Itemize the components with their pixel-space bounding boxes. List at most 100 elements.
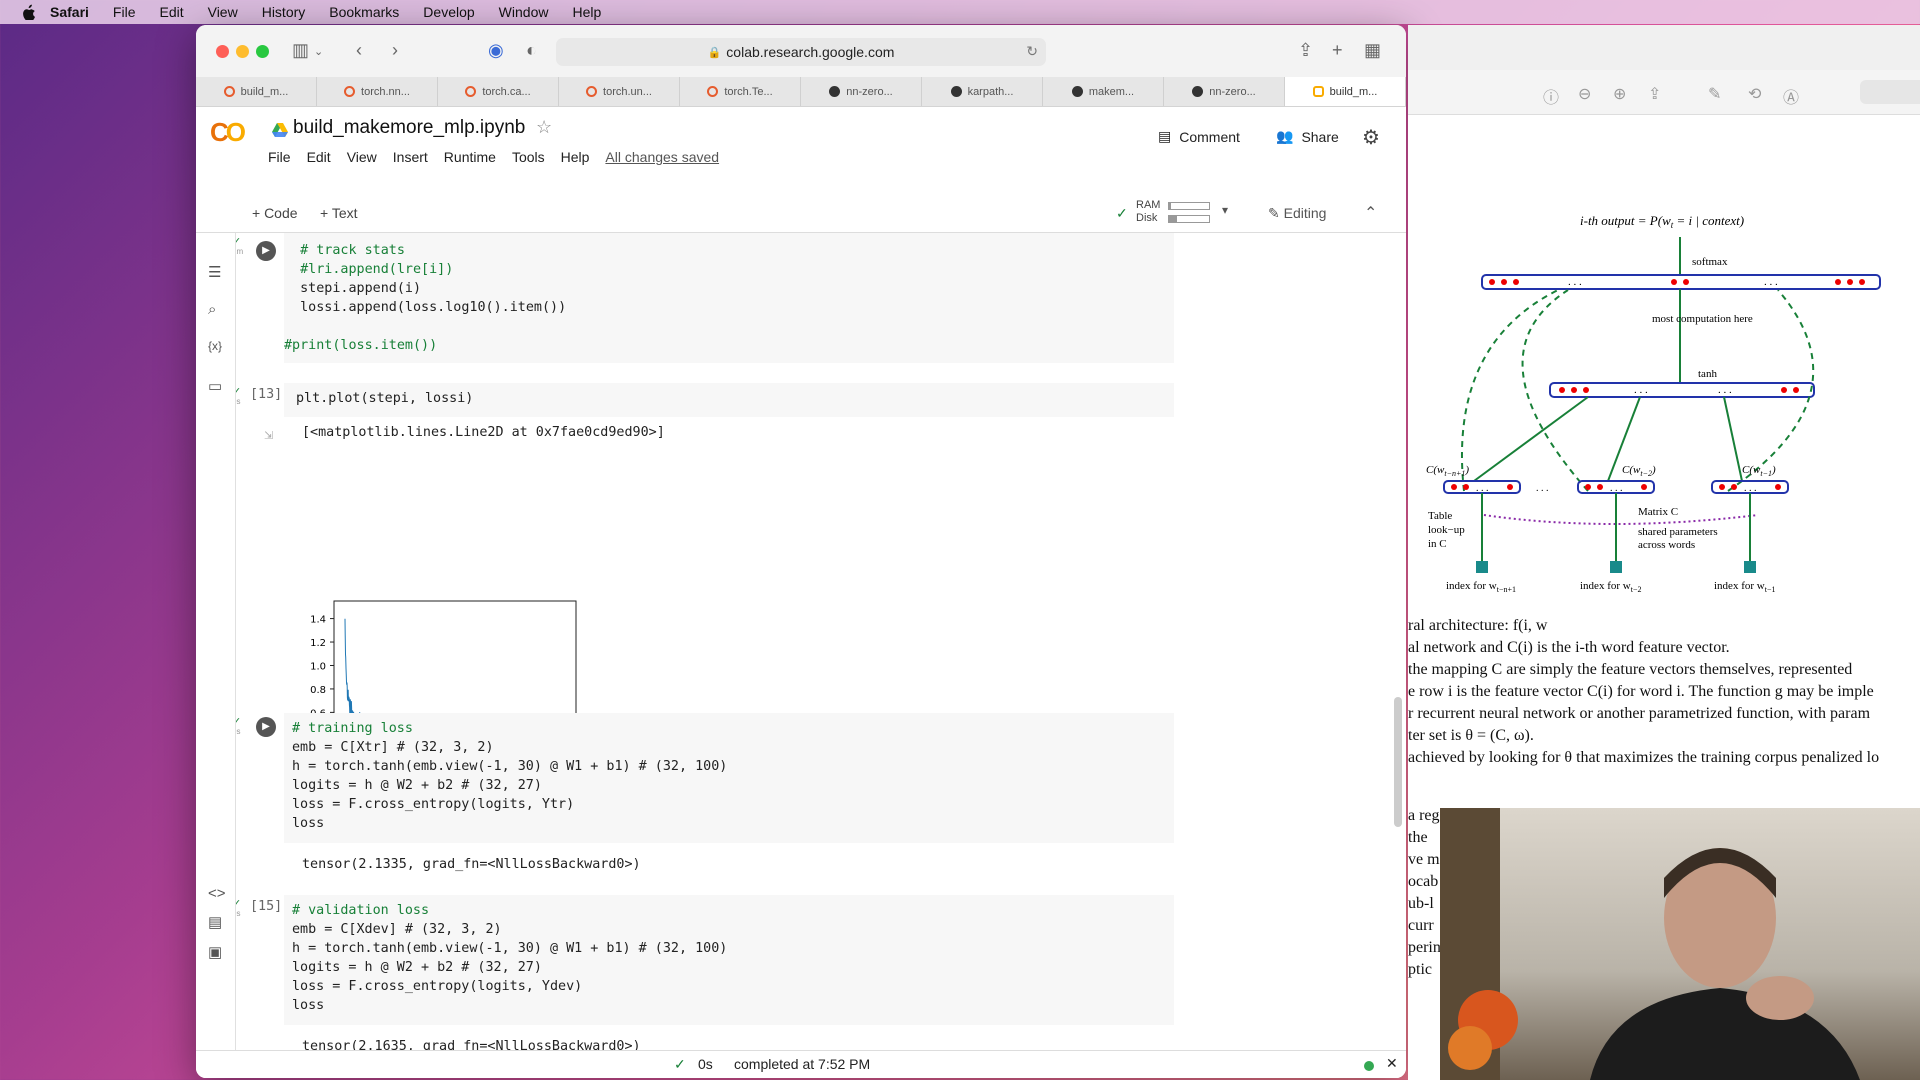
terminal-icon[interactable]: ▣ [208, 943, 222, 961]
share-button[interactable]: 👥 Share [1276, 128, 1339, 145]
pdf-text-fragment: ub-l [1408, 895, 1434, 912]
c-label: C(wt−1) [1742, 464, 1776, 478]
share-icon[interactable]: ⇪ [1648, 84, 1661, 104]
browser-tab[interactable]: build_m... [196, 77, 317, 106]
add-text-button[interactable]: + Text [320, 205, 358, 221]
browser-tab[interactable]: karpath... [922, 77, 1043, 106]
menubar-bookmarks[interactable]: Bookmarks [329, 4, 399, 20]
softmax-layer [1481, 274, 1881, 290]
close-icon[interactable]: ✕ [1386, 1055, 1398, 1072]
scrollbar[interactable] [1394, 697, 1402, 827]
across-words-label: across words [1638, 539, 1695, 551]
command-palette-icon[interactable]: ▤ [208, 913, 222, 931]
password-extension-icon[interactable]: ◉ [488, 40, 504, 61]
browser-tab[interactable]: makem... [1043, 77, 1164, 106]
forward-icon[interactable]: › [392, 40, 398, 61]
table-of-contents-icon[interactable]: ☰ [208, 263, 221, 281]
code-snippets-icon[interactable]: <> [208, 885, 226, 902]
menubar-window[interactable]: Window [499, 4, 549, 20]
markup-pen-icon[interactable]: ✎ [1708, 84, 1721, 104]
y-tick-label: 0.8 [310, 685, 326, 696]
pdf-text-line: ter set is θ = (C, ω). [1408, 727, 1534, 744]
tab-label: torch.Te... [724, 85, 773, 98]
ellipsis: . . . [1764, 276, 1778, 288]
minimize-window-button[interactable] [236, 45, 249, 58]
run-cell-button[interactable]: ▶ [256, 717, 276, 737]
chevron-down-icon[interactable]: ▾ [1222, 203, 1228, 217]
tab-label: torch.un... [603, 85, 652, 98]
menubar-safari[interactable]: Safari [50, 4, 89, 20]
menubar-view[interactable]: View [208, 4, 238, 20]
tab-label: karpath... [967, 85, 1014, 98]
browser-tab[interactable]: torch.nn... [317, 77, 438, 106]
comment-icon: ▤ [1158, 128, 1172, 144]
browser-tab[interactable]: nn-zero... [1164, 77, 1285, 106]
code-line: loss [292, 998, 325, 1013]
menubar-help[interactable]: Help [572, 4, 601, 20]
pdf-body-text: ral architecture: f(i, w al network and … [1408, 615, 1920, 769]
add-code-button[interactable]: + Code [252, 205, 298, 221]
close-window-button[interactable] [216, 45, 229, 58]
output-icon[interactable]: ⇲ [264, 429, 273, 442]
chevron-down-icon[interactable]: ⌄ [314, 45, 323, 58]
browser-tab[interactable]: build_m... [1285, 77, 1406, 106]
search-icon[interactable]: ⌕ [208, 301, 216, 318]
browser-tab[interactable]: nn-zero... [801, 77, 922, 106]
menubar-edit[interactable]: Edit [159, 4, 183, 20]
menubar-develop[interactable]: Develop [423, 4, 474, 20]
menubar-history[interactable]: History [262, 4, 306, 20]
colab-menu-insert[interactable]: Insert [393, 149, 428, 165]
torch-favicon-icon [707, 86, 719, 97]
colab-menu-runtime[interactable]: Runtime [444, 149, 496, 165]
pdf-text-line: ral architecture: f(i, w [1408, 617, 1548, 634]
variables-icon[interactable]: {x} [208, 339, 222, 353]
star-icon[interactable]: ☆ [536, 117, 552, 138]
cell-code[interactable]: # validation loss emb = C[Xdev] # (32, 3,… [284, 895, 1174, 1025]
code-line: lossi.append(loss.log10().item()) [284, 300, 567, 315]
safari-toolbar: ▥ ⌄ ‹ › ◉ ◐ 🔒 colab.research.google.com … [196, 25, 1406, 77]
cell-code[interactable]: # track stats #lri.append(lre[i]) stepi.… [284, 233, 1174, 363]
notebook-title[interactable]: build_makemore_mlp.ipynb [293, 117, 525, 139]
colab-menu-tools[interactable]: Tools [512, 149, 545, 165]
torch-favicon-icon [465, 86, 477, 97]
colab-menu-view[interactable]: View [347, 149, 377, 165]
editing-mode-button[interactable]: ✎ Editing [1268, 205, 1326, 222]
colab-menu-file[interactable]: File [268, 149, 291, 165]
cell-code[interactable]: plt.plot(stepi, lossi) [284, 383, 1174, 417]
zoom-out-icon[interactable]: ⊖ [1578, 84, 1591, 104]
gear-icon[interactable]: ⚙ [1362, 125, 1380, 150]
cell-code[interactable]: # training loss emb = C[Xtr] # (32, 3, 2)… [284, 713, 1174, 843]
tab-label: torch.ca... [482, 85, 531, 98]
annotate-icon[interactable]: Ⓐ [1783, 84, 1799, 108]
colab-menu-edit[interactable]: Edit [307, 149, 331, 165]
comment-button[interactable]: ▤ Comment [1158, 128, 1240, 145]
colab-menu-help[interactable]: Help [561, 149, 590, 165]
share-icon[interactable]: ⇪ [1298, 40, 1313, 61]
info-icon[interactable]: ⓘ [1543, 84, 1559, 108]
shared-parameters-link [1483, 514, 1759, 525]
menubar-file[interactable]: File [113, 4, 136, 20]
back-icon[interactable]: ‹ [356, 40, 362, 61]
browser-tab[interactable]: torch.Te... [680, 77, 801, 106]
apple-icon[interactable] [20, 4, 36, 20]
address-bar[interactable]: 🔒 colab.research.google.com ↻ [556, 38, 1046, 66]
rotate-icon[interactable]: ⟲ [1748, 84, 1761, 104]
tab-overview-icon[interactable]: ▦ [1364, 40, 1381, 61]
new-tab-icon[interactable]: + [1332, 40, 1343, 61]
zoom-window-button[interactable] [256, 45, 269, 58]
pdf-search-field[interactable] [1860, 80, 1920, 104]
files-icon[interactable]: ▭ [208, 377, 222, 395]
arrow [1473, 396, 1589, 482]
run-cell-button[interactable]: ▶ [256, 241, 276, 261]
browser-tab[interactable]: torch.un... [559, 77, 680, 106]
matrix-c-label: Matrix C [1638, 506, 1678, 518]
collapse-header-icon[interactable]: ⌃ [1364, 203, 1377, 223]
zoom-in-icon[interactable]: ⊕ [1613, 84, 1626, 104]
sidebar-toggle-icon[interactable]: ▥ [292, 40, 309, 61]
status-check-icon: ✓ [674, 1056, 686, 1072]
privacy-shield-icon[interactable]: ◐ [526, 40, 537, 61]
browser-tab[interactable]: torch.ca... [438, 77, 559, 106]
save-status-link[interactable]: All changes saved [605, 149, 719, 165]
reload-icon[interactable]: ↻ [1026, 43, 1038, 60]
colab-logo[interactable]: CO [210, 117, 246, 148]
